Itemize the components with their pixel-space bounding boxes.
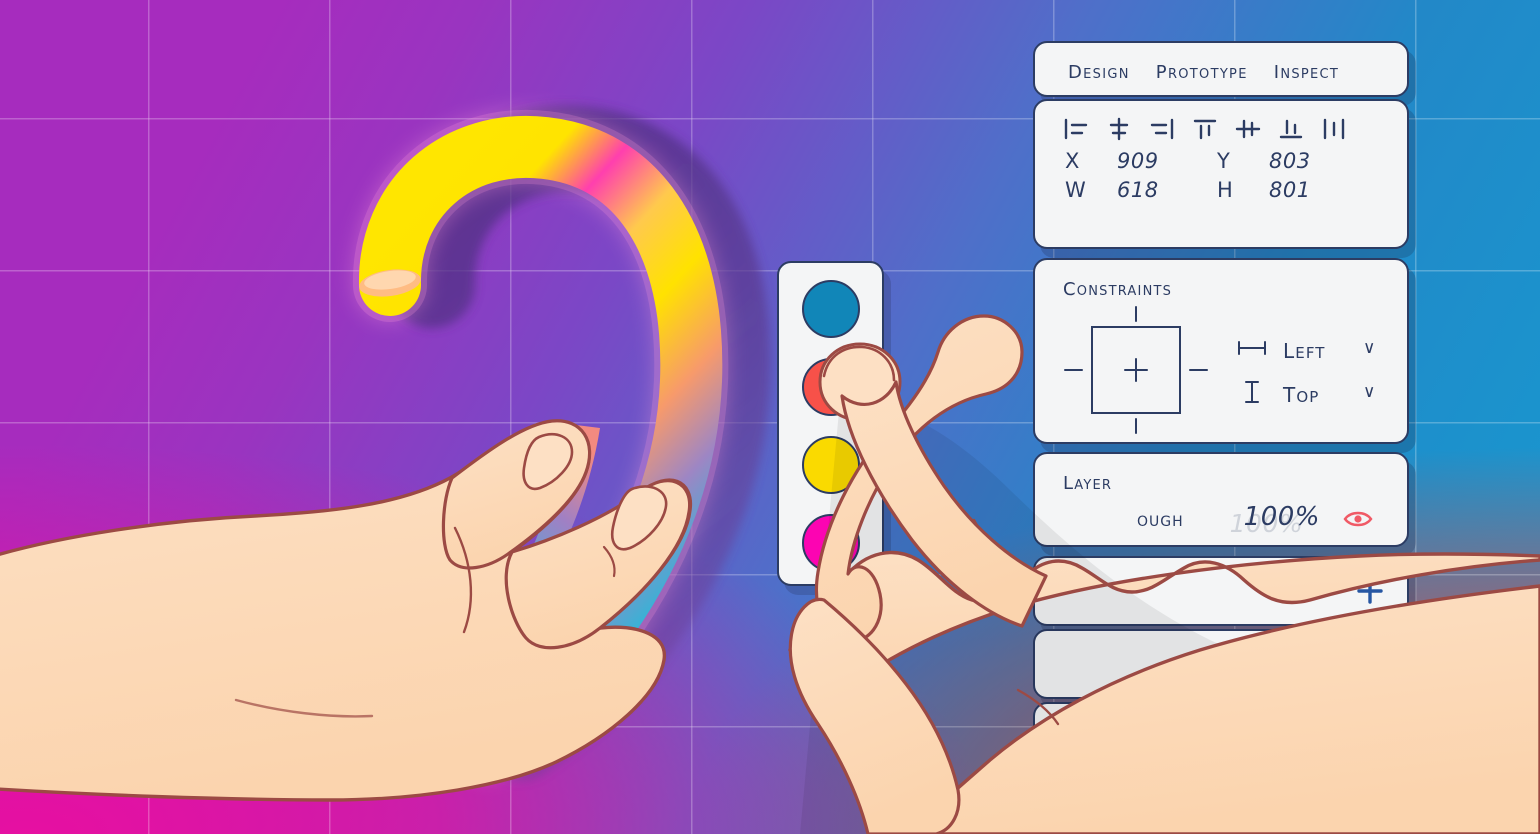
constraint-horizontal-label: Left — [1283, 331, 1326, 365]
tab-inspect[interactable]: Inspect — [1274, 55, 1339, 84]
horizontal-constraint-icon — [1238, 341, 1266, 355]
blue-swatch[interactable] — [801, 280, 860, 338]
eye-icon[interactable] — [1342, 509, 1374, 529]
illustration-canvas: Design Prototype Inspect — [0, 0, 1540, 834]
y-label: Y — [1217, 149, 1231, 173]
chevron-down-icon-2[interactable]: ∨ — [1363, 382, 1375, 402]
add-panel-1[interactable] — [1033, 556, 1409, 626]
align-left-icon[interactable] — [1063, 117, 1089, 141]
constraints-diagram[interactable] — [1057, 305, 1217, 435]
distribute-horizontal-icon[interactable] — [1321, 117, 1347, 141]
constraints-panel: Constraints — [1033, 258, 1409, 444]
properties-panel: X 909 Y 803 W 618 H 801 — [1033, 99, 1409, 249]
tab-prototype[interactable]: Prototype — [1156, 55, 1248, 84]
x-label: X — [1065, 149, 1080, 173]
align-horizontal-center-icon[interactable] — [1106, 117, 1132, 141]
h-value[interactable]: 801 — [1269, 178, 1369, 202]
alignment-toolbar — [1035, 101, 1407, 141]
mode-tabs-panel: Design Prototype Inspect — [1033, 41, 1409, 97]
w-value[interactable]: 618 — [1117, 178, 1217, 202]
magenta-swatch[interactable] — [801, 514, 860, 572]
red-swatch[interactable] — [801, 358, 860, 416]
align-right-icon[interactable] — [1149, 117, 1175, 141]
plus-icon-2[interactable] — [1355, 649, 1385, 679]
chevron-down-icon[interactable]: ∨ — [1363, 338, 1375, 358]
add-panel-2[interactable] — [1033, 629, 1409, 699]
constraints-title: Constraints — [1063, 272, 1173, 301]
yellow-swatch[interactable] — [801, 436, 860, 494]
w-label: W — [1065, 178, 1087, 202]
add-panel-3[interactable] — [1033, 702, 1409, 834]
y-value[interactable]: 803 — [1269, 149, 1369, 173]
constraint-vertical-label: Top — [1283, 375, 1320, 409]
vertical-constraint-icon — [1245, 381, 1259, 403]
plus-icon[interactable] — [1355, 576, 1385, 606]
position-size-fields: X 909 Y 803 W 618 H 801 — [1035, 141, 1407, 202]
layer-title: Layer — [1063, 466, 1113, 495]
color-picker-panel[interactable] — [777, 261, 884, 586]
x-value[interactable]: 909 — [1117, 149, 1217, 173]
align-top-icon[interactable] — [1192, 117, 1218, 141]
opacity-value[interactable]: 100% — [1244, 502, 1320, 532]
constraint-vertical-row[interactable]: Top ∨ — [1235, 370, 1375, 414]
align-bottom-icon[interactable] — [1278, 117, 1304, 141]
layer-panel: Layer ough 100% 100% — [1033, 452, 1409, 547]
blend-mode-value[interactable]: ough — [1137, 507, 1184, 531]
tab-design[interactable]: Design — [1068, 55, 1130, 84]
align-vertical-center-icon[interactable] — [1235, 117, 1261, 141]
constraint-horizontal-row[interactable]: Left ∨ — [1235, 326, 1375, 370]
h-label: H — [1217, 178, 1234, 202]
